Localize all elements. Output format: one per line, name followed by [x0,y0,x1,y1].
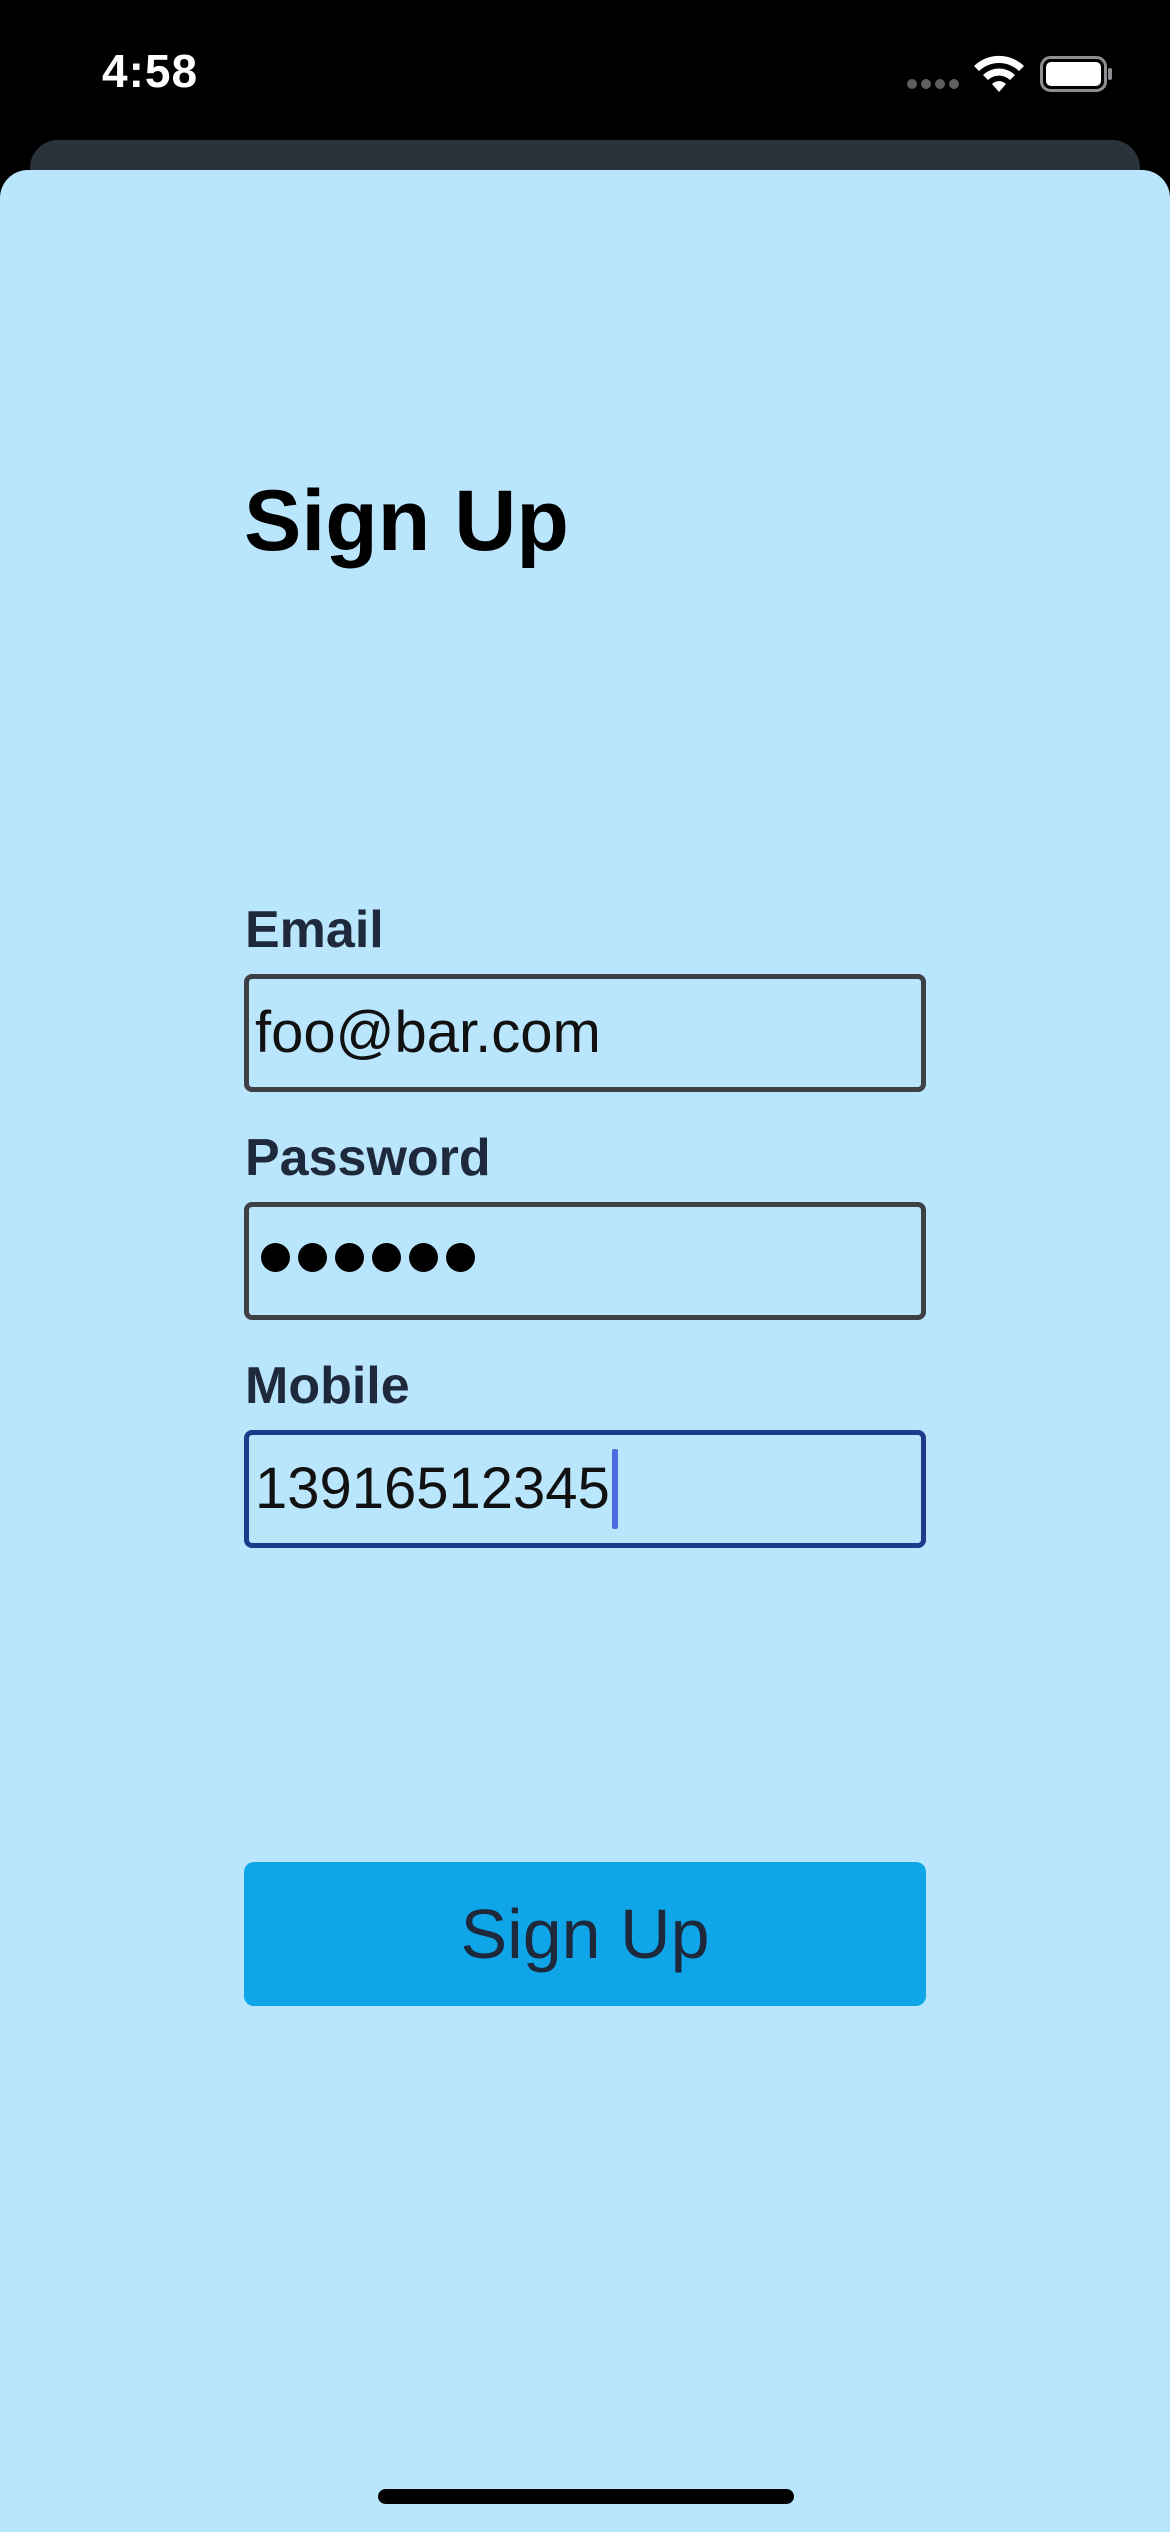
email-value: foo@bar.com [255,1000,601,1065]
home-indicator[interactable] [378,2489,794,2504]
status-time: 4:58 [102,45,199,97]
password-mask-dot [372,1243,401,1272]
password-mask [261,1243,475,1279]
mobile-label: Mobile [245,1357,410,1415]
page-title: Sign Up [244,473,569,569]
battery-icon [1040,56,1112,92]
sign-up-button[interactable]: Sign Up [244,1862,926,2006]
cellular-signal-icon [907,79,959,91]
email-field[interactable]: foo@bar.com [244,974,926,1092]
signup-sheet [0,170,1170,2532]
password-label: Password [245,1129,491,1187]
text-caret [611,1448,618,1529]
password-mask-dot [261,1243,290,1272]
mobile-field[interactable]: 13916512345 [244,1430,926,1548]
mobile-value-text: 13916512345 [255,1456,610,1521]
password-mask-dot [335,1243,364,1272]
mobile-value: 13916512345 [255,1435,618,1543]
password-mask-dot [409,1243,438,1272]
wifi-icon [974,55,1024,92]
password-mask-dot [298,1243,327,1272]
email-label: Email [245,901,384,959]
password-field[interactable] [244,1202,926,1320]
password-mask-dot [446,1243,475,1272]
status-bar: 4:58 [0,0,1170,140]
